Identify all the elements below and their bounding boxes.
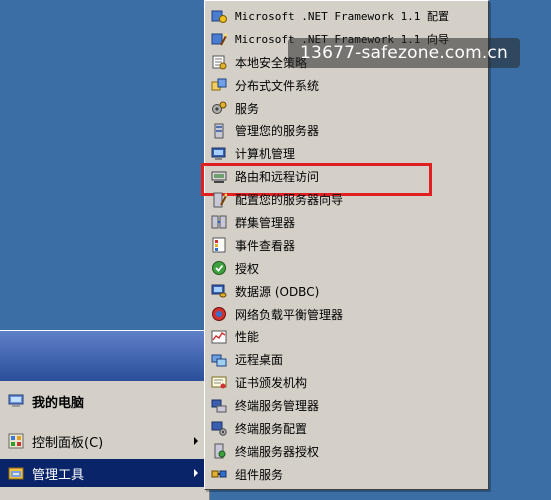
terminal-services-manager-icon bbox=[211, 398, 227, 414]
certificate-authority-icon bbox=[211, 375, 227, 391]
dotnet-config-icon bbox=[211, 8, 227, 24]
manage-server-icon bbox=[211, 123, 227, 139]
menu-item-label: Microsoft .NET Framework 1.1 配置 bbox=[235, 10, 450, 24]
submenu-arrow-icon bbox=[194, 437, 198, 445]
menu-item-odbc[interactable]: 数据源 (ODBC) bbox=[205, 280, 488, 303]
dotnet-wizard-icon bbox=[211, 31, 227, 47]
menu-item-label: 终端服务管理器 bbox=[235, 399, 320, 414]
admin-tools-submenu: Microsoft .NET Framework 1.1 配置 Microsof… bbox=[201, 0, 489, 490]
menu-item-label: 终端服务器授权 bbox=[235, 444, 320, 459]
routing-remote-access-icon bbox=[211, 169, 227, 185]
start-item-label: 控制面板(C) bbox=[32, 435, 104, 451]
menu-item-label: 事件查看器 bbox=[235, 238, 296, 253]
start-menu-header bbox=[0, 331, 209, 381]
menu-item-computer-management[interactable]: 计算机管理 bbox=[205, 142, 488, 165]
menu-item-manage-server[interactable]: 管理您的服务器 bbox=[205, 119, 488, 142]
start-item-label: 我的电脑 bbox=[32, 395, 85, 411]
admin-tools-icon bbox=[8, 465, 24, 481]
component-services-icon bbox=[211, 466, 227, 482]
control-panel-icon bbox=[8, 433, 24, 449]
performance-icon bbox=[211, 329, 227, 345]
submenu-list: Microsoft .NET Framework 1.1 配置 Microsof… bbox=[201, 5, 488, 486]
start-item-label: 管理工具 bbox=[32, 467, 85, 483]
menu-item-label: 远程桌面 bbox=[235, 353, 284, 368]
menu-item-remote-desktop[interactable]: 远程桌面 bbox=[205, 348, 488, 371]
menu-item-performance[interactable]: 性能 bbox=[205, 325, 488, 348]
menu-item-label: 群集管理器 bbox=[235, 215, 296, 230]
menu-item-nlb-manager[interactable]: 网络负载平衡管理器 bbox=[205, 303, 488, 326]
menu-item-label: 授权 bbox=[235, 261, 260, 276]
menu-item-label: 分布式文件系统 bbox=[235, 78, 320, 93]
nlb-manager-icon bbox=[211, 306, 227, 322]
my-computer-icon bbox=[8, 393, 24, 409]
menu-item-label: 终端服务配置 bbox=[235, 421, 308, 436]
menu-item-terminal-server-licensing[interactable]: 终端服务器授权 bbox=[205, 440, 488, 463]
menu-item-configure-server-wizard[interactable]: 配置您的服务器向导 bbox=[205, 188, 488, 211]
menu-item-services[interactable]: 服务 bbox=[205, 97, 488, 120]
cluster-manager-icon bbox=[211, 214, 227, 230]
dfs-icon bbox=[211, 77, 227, 93]
menu-item-event-viewer[interactable]: 事件查看器 bbox=[205, 234, 488, 257]
menu-item-label: 网络负载平衡管理器 bbox=[235, 307, 344, 322]
menu-item-label: 路由和远程访问 bbox=[235, 170, 320, 185]
menu-item-licensing[interactable]: 授权 bbox=[205, 257, 488, 280]
menu-item-cluster-manager[interactable]: 群集管理器 bbox=[205, 211, 488, 234]
terminal-server-licensing-icon bbox=[211, 443, 227, 459]
terminal-services-config-icon bbox=[211, 420, 227, 437]
menu-item-label: 配置您的服务器向导 bbox=[235, 193, 344, 208]
menu-item-label: 数据源 (ODBC) bbox=[235, 284, 320, 299]
menu-item-component-services[interactable]: 组件服务 bbox=[205, 463, 488, 486]
local-security-policy-icon bbox=[211, 54, 227, 70]
menu-item-label: 服务 bbox=[235, 101, 260, 116]
licensing-icon bbox=[211, 260, 227, 276]
menu-item-label: 性能 bbox=[235, 330, 260, 345]
menu-item-label: 计算机管理 bbox=[235, 147, 296, 162]
start-item-my-computer[interactable]: 我的电脑 bbox=[0, 387, 206, 415]
start-menu: 我的电脑 控制面板(C) 管理工具 bbox=[0, 330, 210, 500]
menu-item-label: 组件服务 bbox=[235, 467, 284, 482]
menu-item-dfs[interactable]: 分布式文件系统 bbox=[205, 74, 488, 97]
computer-management-icon bbox=[211, 146, 227, 162]
watermark: 13677-safezone.com.cn bbox=[288, 38, 520, 68]
menu-item-label: 管理您的服务器 bbox=[235, 124, 320, 139]
menu-item-dotnet-config[interactable]: Microsoft .NET Framework 1.1 配置 bbox=[205, 5, 488, 28]
menu-item-terminal-services-config[interactable]: 终端服务配置 bbox=[205, 417, 488, 440]
menu-item-routing-remote-access[interactable]: 路由和远程访问 bbox=[201, 163, 488, 197]
odbc-icon bbox=[211, 283, 227, 299]
menu-item-certificate-authority[interactable]: 证书颁发机构 bbox=[205, 371, 488, 394]
event-viewer-icon bbox=[211, 237, 227, 253]
services-gear-icon bbox=[211, 100, 227, 116]
start-item-control-panel[interactable]: 控制面板(C) bbox=[0, 427, 206, 455]
start-item-admin-tools[interactable]: 管理工具 bbox=[0, 459, 206, 487]
menu-item-label: 证书颁发机构 bbox=[235, 376, 308, 391]
menu-item-terminal-services-manager[interactable]: 终端服务管理器 bbox=[205, 394, 488, 417]
submenu-arrow-icon bbox=[194, 469, 198, 477]
configure-server-wizard-icon bbox=[211, 192, 227, 208]
remote-desktop-icon bbox=[211, 352, 227, 368]
